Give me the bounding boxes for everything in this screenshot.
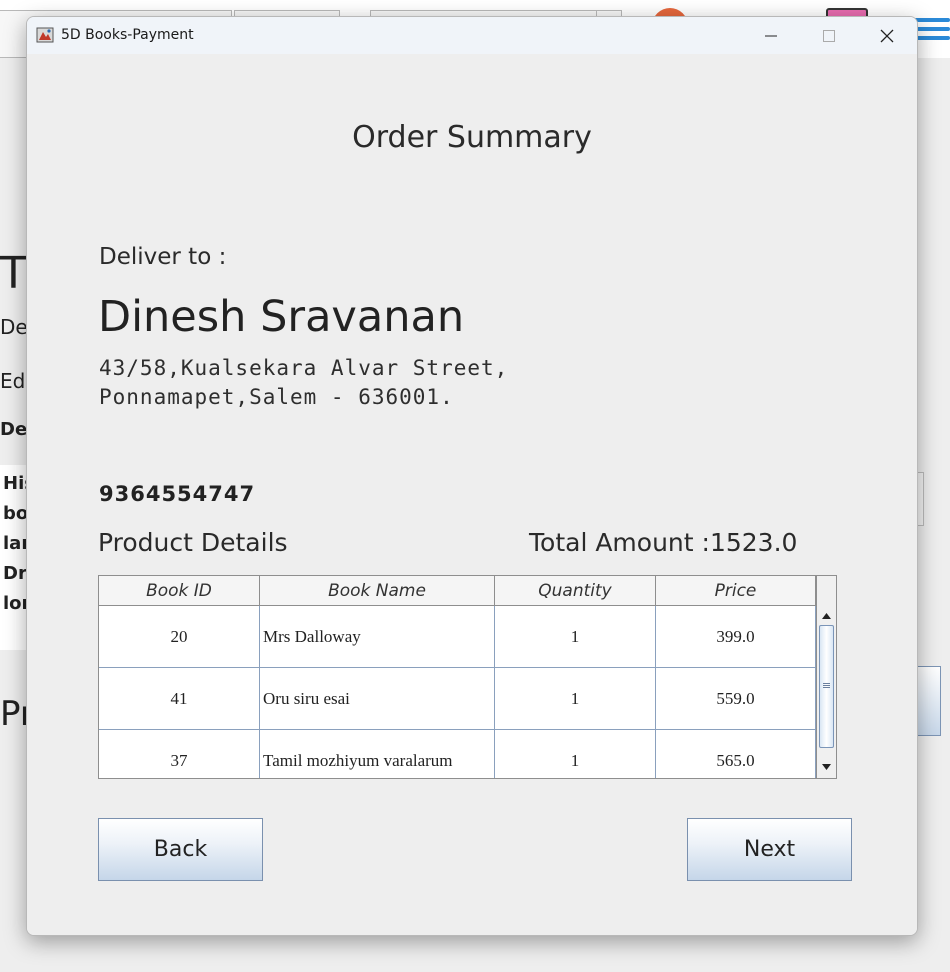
java-app-icon [36,27,54,43]
window-title: 5D Books-Payment [61,27,194,43]
table-body: 20 Mrs Dalloway 1 399.0 41 Oru siru esai… [99,606,816,778]
maximize-icon [823,29,835,42]
background-text-fragment: Ed [0,369,26,393]
background-menu-icon [914,18,950,45]
cell-price[interactable]: 399.0 [656,606,816,668]
background-text-fragment: De [0,419,28,440]
table-vertical-scrollbar[interactable] [816,576,836,778]
minimize-button[interactable] [742,17,800,54]
background-text-fragment: De [0,315,28,339]
table-row[interactable]: 41 Oru siru esai 1 559.0 [99,668,816,730]
cell-quantity[interactable]: 1 [495,730,656,778]
total-amount: Total Amount :1523.0 [529,528,798,557]
delivery-address: 43/58,Kualsekara Alvar Street, Ponnamape… [99,354,508,412]
address-line-1: 43/58,Kualsekara Alvar Street, [99,356,509,380]
column-header-book-name[interactable]: Book Name [260,576,495,605]
cell-book-name[interactable]: Mrs Dalloway [260,606,495,668]
cell-book-id[interactable]: 41 [99,668,260,730]
cell-book-name[interactable]: Tamil mozhiyum varalarum [260,730,495,778]
column-header-price[interactable]: Price [656,576,816,605]
scrollbar-thumb[interactable] [819,625,834,748]
grip-line [823,683,830,684]
scroll-down-button[interactable] [817,757,836,776]
background-title-fragment: T [0,248,27,299]
address-line-2: Ponnamapet,Salem - 636001. [99,385,454,409]
cell-price[interactable]: 565.0 [656,730,816,778]
scroll-up-button[interactable] [817,606,836,625]
cell-quantity[interactable]: 1 [495,606,656,668]
cell-price[interactable]: 559.0 [656,668,816,730]
cell-book-id[interactable]: 20 [99,606,260,668]
background-text-fragment: bo [3,503,29,524]
dialog-content: Order Summary Deliver to : Dinesh Sravan… [27,54,917,935]
column-header-quantity[interactable]: Quantity [495,576,656,605]
product-table[interactable]: Book ID Book Name Quantity Price 20 Mrs … [98,575,837,779]
scroll-up-icon [822,612,831,619]
order-summary-heading: Order Summary [352,120,592,155]
back-button[interactable]: Back [98,818,263,881]
product-details-label: Product Details [98,528,288,557]
next-button[interactable]: Next [687,818,852,881]
cell-book-name[interactable]: Oru siru esai [260,668,495,730]
cell-book-id[interactable]: 37 [99,730,260,778]
maximize-button[interactable] [800,17,858,54]
table-header: Book ID Book Name Quantity Price [99,576,816,606]
deliver-to-label: Deliver to : [99,244,227,270]
phone-number: 9364554747 [99,482,256,506]
payment-dialog: 5D Books-Payment Order Summary Deliver t… [26,16,918,936]
table-row[interactable]: 20 Mrs Dalloway 1 399.0 [99,606,816,668]
grip-line [823,685,830,686]
background-text-fragment: Dr [3,563,27,584]
minimize-icon [765,35,777,36]
scroll-down-icon [822,763,831,770]
title-bar[interactable]: 5D Books-Payment [27,17,917,54]
cell-quantity[interactable]: 1 [495,668,656,730]
customer-name: Dinesh Sravanan [98,292,465,342]
column-header-book-id[interactable]: Book ID [99,576,260,605]
close-icon [880,29,894,42]
grip-line [823,687,830,688]
close-button[interactable] [858,17,916,54]
table-row[interactable]: 37 Tamil mozhiyum varalarum 1 565.0 [99,730,816,778]
